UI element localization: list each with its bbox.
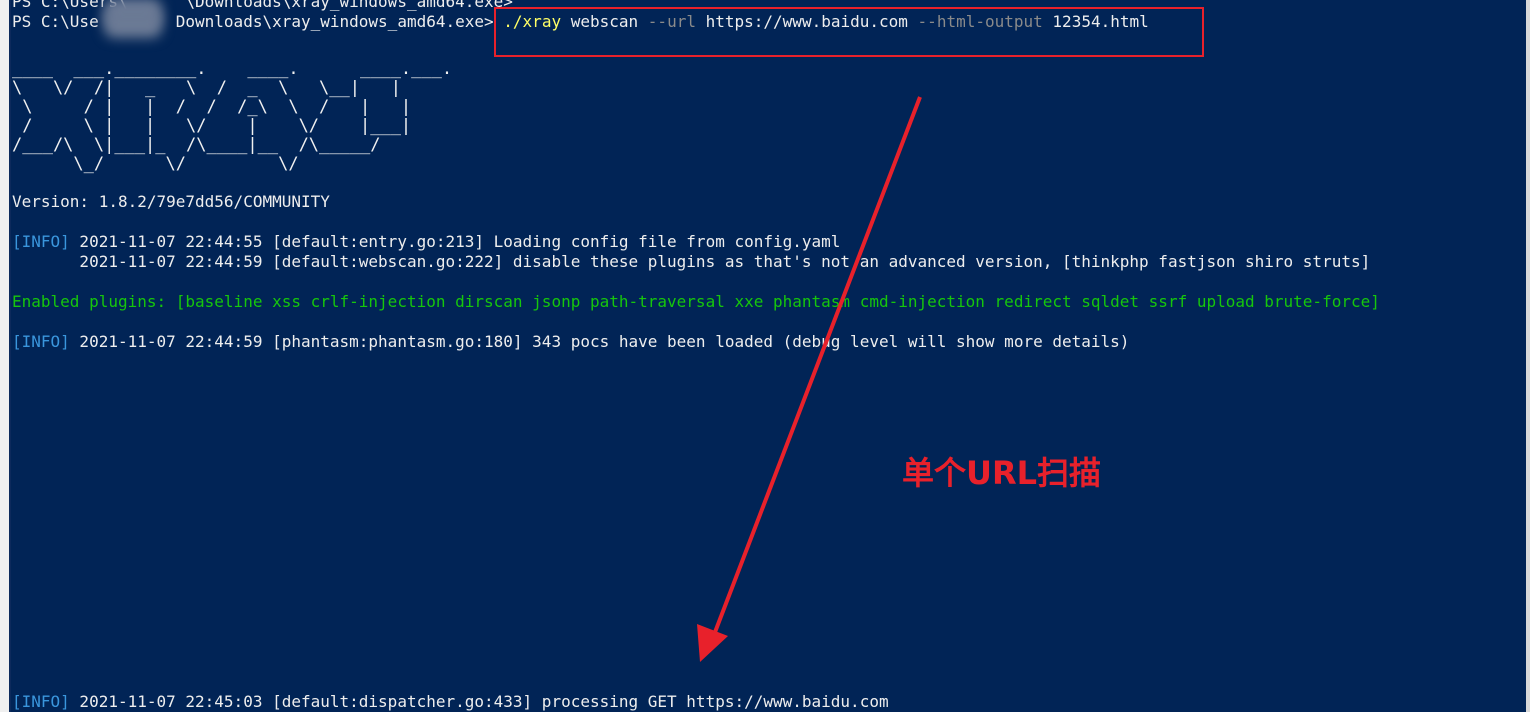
annotation-arrow-icon: [697, 96, 922, 662]
annotation-label: 单个URL扫描: [902, 454, 1102, 492]
powershell-terminal[interactable]: PS C:\Users\ \Downloads\xray_windows_amd…: [0, 0, 1530, 712]
